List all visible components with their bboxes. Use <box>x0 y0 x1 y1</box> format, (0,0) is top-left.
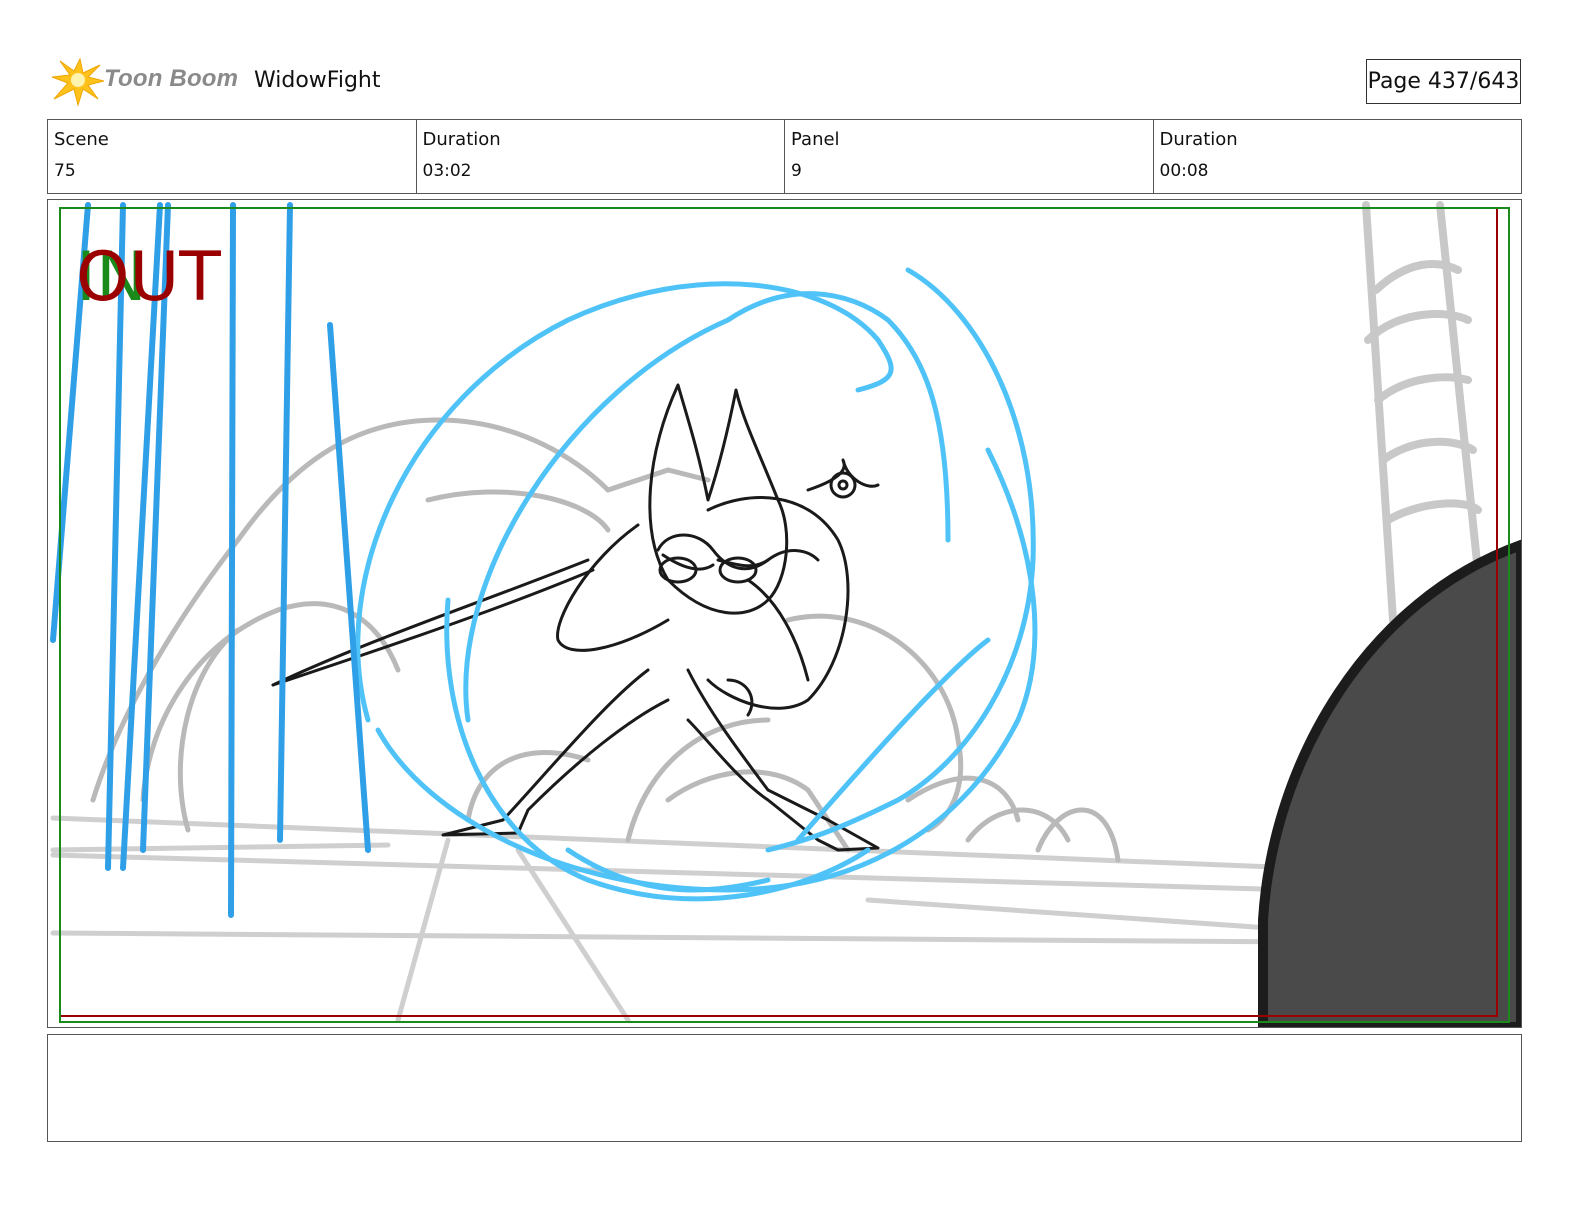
logo-wordmark: Toon Boom <box>104 65 239 92</box>
storyboard-panel: IN OUT <box>47 199 1522 1028</box>
ground-lines <box>50 815 1301 1023</box>
panel-duration-cell: Duration 00:08 <box>1152 120 1522 193</box>
panel-duration-value: 00:08 <box>1159 161 1209 181</box>
scene-cell: Scene 75 <box>48 120 416 193</box>
toon-boom-logo: Toon Boom <box>50 55 240 107</box>
scene-label: Scene <box>54 129 109 150</box>
panel-notes-box <box>47 1034 1522 1142</box>
scene-duration-value: 03:02 <box>422 161 472 181</box>
panel-label: Panel <box>791 129 840 150</box>
scene-value: 75 <box>54 161 76 181</box>
motion-sketch-lines <box>355 267 1038 902</box>
panel-duration-label: Duration <box>1159 129 1238 150</box>
scene-duration-cell: Duration 03:02 <box>415 120 785 193</box>
project-title: WidowFight <box>254 68 381 93</box>
panel-sketch: IN OUT <box>50 201 1521 1027</box>
panel-info-table: Scene 75 Duration 03:02 Panel 9 Duration… <box>47 119 1522 194</box>
scene-duration-label: Duration <box>422 129 501 150</box>
panel-cell: Panel 9 <box>784 120 1153 193</box>
out-marker: OUT <box>76 238 221 317</box>
page-indicator: Page 437/643 <box>1366 59 1521 104</box>
starburst-icon <box>51 57 104 107</box>
panel-value: 9 <box>791 161 802 181</box>
background-ladder <box>1362 201 1487 624</box>
